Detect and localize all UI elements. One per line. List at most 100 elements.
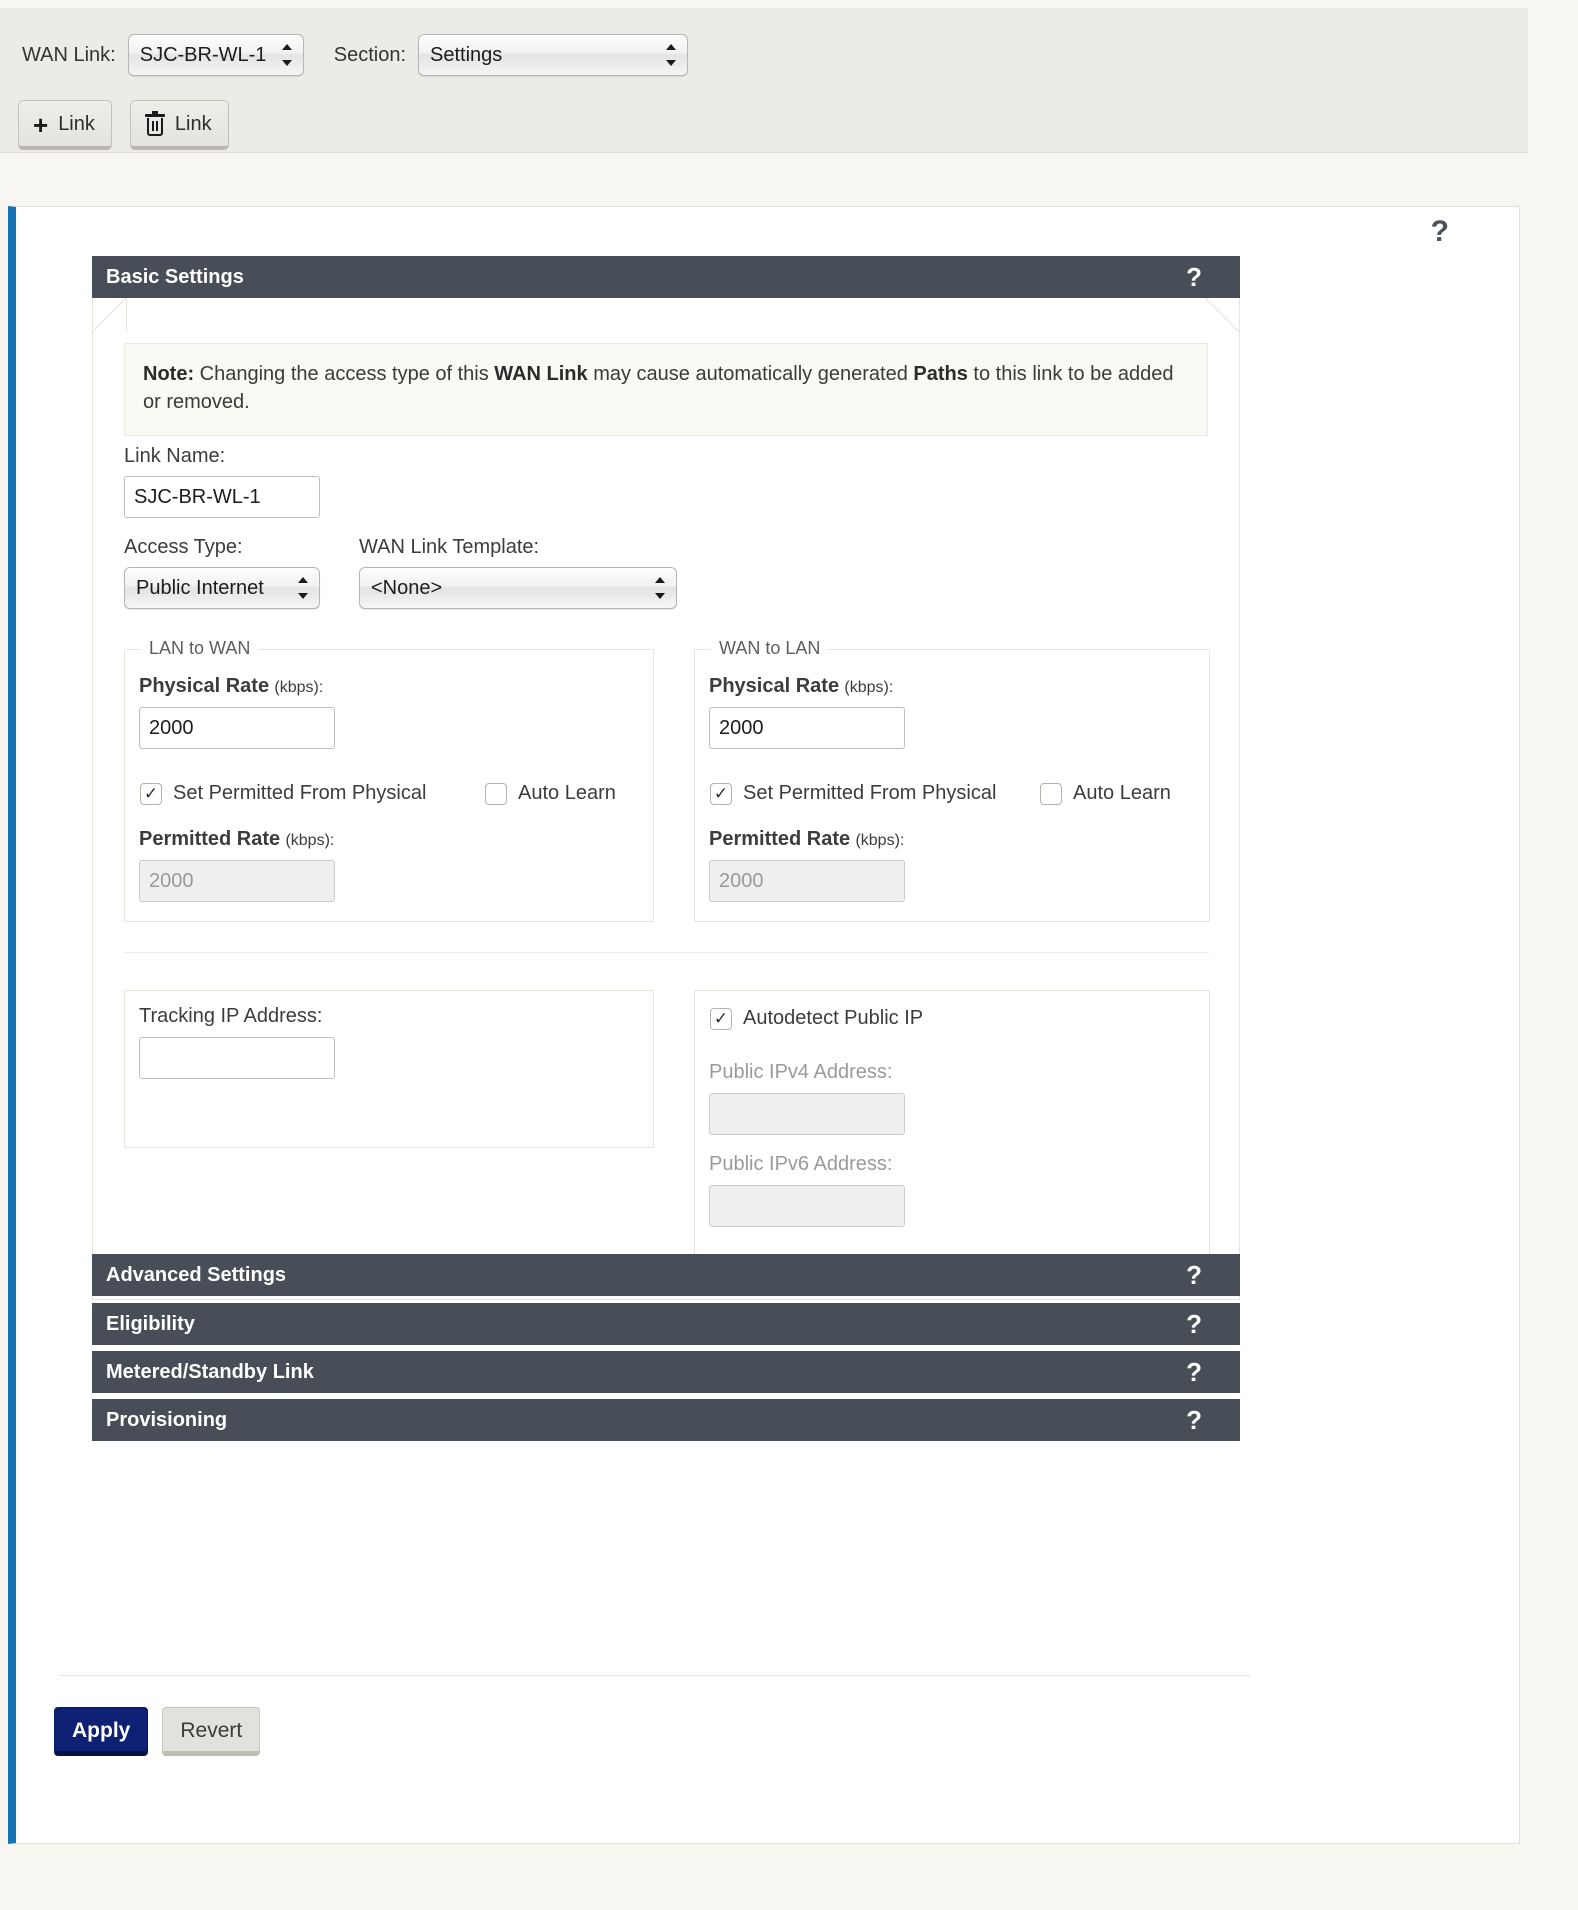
- lan-physical-rate-group: Physical Rate (kbps):: [139, 675, 335, 749]
- plus-icon: +: [33, 109, 49, 140]
- public-ipv4-group: Public IPv4 Address:: [709, 1061, 905, 1135]
- wan-set-permitted-checkbox[interactable]: [710, 782, 732, 805]
- autodetect-public-ip-row[interactable]: Autodetect Public IP: [710, 1007, 923, 1030]
- section-help-icon-eligibility[interactable]: ?: [1186, 1309, 1202, 1340]
- tracking-ip-label: Tracking IP Address:: [139, 1005, 323, 1027]
- section-header-advanced-settings[interactable]: Advanced Settings ?: [92, 1254, 1240, 1296]
- delete-link-button[interactable]: Link: [129, 100, 229, 150]
- note-text-2: may cause automatically generated: [587, 363, 914, 385]
- wan-permitted-rate-label: Permitted Rate: [709, 828, 851, 850]
- section-title-provisioning: Provisioning: [106, 1408, 228, 1431]
- wan-link-label: WAN Link:: [22, 43, 116, 66]
- note-bold-wan-link: WAN Link: [494, 363, 588, 385]
- panel-help-icon[interactable]: ?: [1431, 217, 1449, 247]
- section-title-eligibility: Eligibility: [106, 1312, 195, 1335]
- top-toolbar: WAN Link: SJC-BR-WL-1 Section: Settings …: [0, 8, 1528, 153]
- wan-link-select[interactable]: SJC-BR-WL-1: [127, 34, 304, 76]
- wan-permitted-rate-group: Permitted Rate (kbps):: [709, 828, 905, 902]
- wan-physical-rate-label-row: Physical Rate (kbps):: [709, 675, 905, 698]
- add-link-button[interactable]: + Link: [18, 100, 112, 150]
- link-name-label: Link Name:: [124, 445, 226, 467]
- wan-link-template-select-wrapper: <None>: [359, 567, 677, 609]
- apply-button[interactable]: Apply: [54, 1707, 149, 1756]
- lan-physical-rate-label: Physical Rate: [139, 675, 270, 697]
- lan-auto-learn-label: Auto Learn: [518, 782, 616, 804]
- settings-panel: ? Basic Settings ? Note: Changing the ac…: [8, 206, 1520, 1844]
- lan-to-wan-fieldset: LAN to WAN Physical Rate (kbps): Set Per…: [124, 638, 654, 922]
- public-ipv6-label: Public IPv6 Address:: [709, 1153, 893, 1175]
- wan-set-permitted-label: Set Permitted From Physical: [743, 782, 997, 804]
- wan-link-template-select[interactable]: <None>: [359, 567, 677, 609]
- note-bold-paths: Paths: [913, 363, 968, 385]
- wan-auto-learn-checkbox-row[interactable]: Auto Learn: [1040, 782, 1171, 805]
- lan-physical-rate-input[interactable]: [139, 707, 335, 749]
- section-title-basic-settings: Basic Settings: [106, 265, 244, 288]
- add-link-label: Link: [58, 113, 95, 135]
- wan-physical-rate-group: Physical Rate (kbps):: [709, 675, 905, 749]
- wan-set-permitted-checkbox-row[interactable]: Set Permitted From Physical: [710, 782, 996, 805]
- lan-auto-learn-checkbox[interactable]: [485, 782, 507, 805]
- section-header-metered-standby-link[interactable]: Metered/Standby Link ?: [92, 1351, 1240, 1393]
- section-help-icon-basic-settings[interactable]: ?: [1186, 262, 1202, 293]
- section-header-basic-settings[interactable]: Basic Settings ?: [92, 256, 1240, 298]
- wan-auto-learn-label: Auto Learn: [1073, 782, 1171, 804]
- wan-to-lan-fieldset: WAN to LAN Physical Rate (kbps): Set Per…: [694, 638, 1210, 922]
- section-help-icon-metered-standby-link[interactable]: ?: [1186, 1357, 1202, 1388]
- lan-permitted-rate-unit: (kbps):: [285, 832, 335, 849]
- access-type-field-group: Access Type: Public Internet: [124, 536, 320, 609]
- public-ipv6-group: Public IPv6 Address:: [709, 1153, 905, 1227]
- public-ipv6-input: [709, 1185, 905, 1227]
- public-ipv4-input: [709, 1093, 905, 1135]
- section-help-icon-provisioning[interactable]: ?: [1186, 1405, 1202, 1436]
- toolbar-buttons-row: + Link Link: [18, 100, 229, 150]
- autodetect-public-ip-label: Autodetect Public IP: [743, 1007, 924, 1029]
- section-label: Section:: [333, 43, 406, 66]
- lan-to-wan-legend: LAN to WAN: [141, 638, 259, 659]
- toolbar-selectors-row: WAN Link: SJC-BR-WL-1 Section: Settings: [22, 34, 688, 76]
- lan-set-permitted-checkbox-row[interactable]: Set Permitted From Physical: [140, 782, 426, 805]
- lan-set-permitted-label: Set Permitted From Physical: [173, 782, 427, 804]
- public-ipv4-label: Public IPv4 Address:: [709, 1061, 893, 1083]
- wan-auto-learn-checkbox[interactable]: [1040, 782, 1062, 805]
- wan-permitted-rate-unit: (kbps):: [855, 832, 905, 849]
- lan-permitted-rate-group: Permitted Rate (kbps):: [139, 828, 335, 902]
- corner-fold-decoration: [1205, 298, 1239, 332]
- trash-icon: [144, 110, 165, 136]
- wan-to-lan-legend: WAN to LAN: [711, 638, 829, 659]
- lan-permitted-rate-label: Permitted Rate: [139, 828, 281, 850]
- wan-permitted-rate-input: [709, 860, 905, 902]
- basic-settings-body: Note: Changing the access type of this W…: [92, 298, 1240, 1300]
- section-select[interactable]: Settings: [418, 34, 688, 76]
- public-ip-panel: Autodetect Public IP Public IPv4 Address…: [694, 990, 1210, 1255]
- wan-link-select-wrapper: SJC-BR-WL-1: [127, 34, 304, 76]
- link-name-input[interactable]: [124, 476, 320, 518]
- revert-button[interactable]: Revert: [162, 1707, 261, 1756]
- autodetect-public-ip-checkbox[interactable]: [710, 1007, 732, 1030]
- section-divider: [124, 952, 1209, 953]
- delete-link-label: Link: [174, 113, 212, 135]
- section-header-provisioning[interactable]: Provisioning ?: [92, 1399, 1240, 1441]
- lan-auto-learn-checkbox-row[interactable]: Auto Learn: [485, 782, 616, 805]
- section-help-icon-advanced-settings[interactable]: ?: [1186, 1260, 1202, 1291]
- access-type-select-wrapper: Public Internet: [124, 567, 320, 609]
- access-type-select[interactable]: Public Internet: [124, 567, 320, 609]
- wan-link-template-field-group: WAN Link Template: <None>: [359, 536, 677, 609]
- wan-link-template-label: WAN Link Template:: [359, 536, 540, 558]
- footer-divider: [60, 1675, 1250, 1676]
- link-name-field-group: Link Name:: [124, 445, 320, 518]
- corner-fold-decoration: [93, 298, 127, 332]
- tracking-ip-panel: Tracking IP Address:: [124, 990, 654, 1148]
- lan-physical-rate-unit: (kbps):: [274, 679, 324, 696]
- tracking-ip-group: Tracking IP Address:: [139, 1005, 335, 1079]
- section-title-advanced-settings: Advanced Settings: [106, 1263, 287, 1286]
- wan-physical-rate-label: Physical Rate: [709, 675, 840, 697]
- section-select-wrapper: Settings: [418, 34, 688, 76]
- lan-set-permitted-checkbox[interactable]: [140, 782, 162, 805]
- section-header-eligibility[interactable]: Eligibility ?: [92, 1303, 1240, 1345]
- wan-physical-rate-input[interactable]: [709, 707, 905, 749]
- note-text-1: Changing the access type of this: [194, 363, 495, 385]
- note-prefix: Note:: [143, 363, 195, 385]
- wan-physical-rate-unit: (kbps):: [844, 679, 894, 696]
- footer-actions: Apply Revert: [54, 1707, 261, 1756]
- tracking-ip-input[interactable]: [139, 1037, 335, 1079]
